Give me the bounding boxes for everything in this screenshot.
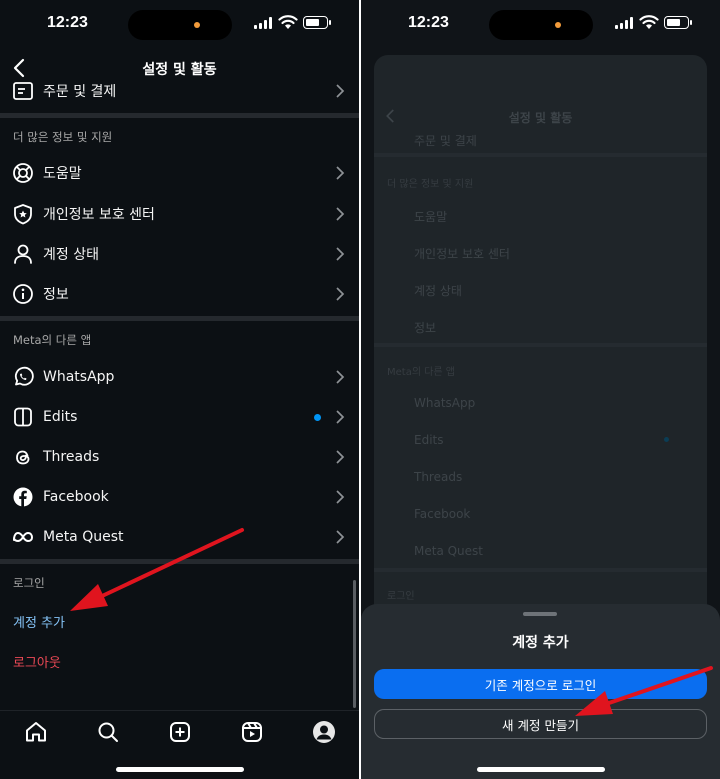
new-badge-dot (664, 437, 669, 442)
shield-star-icon (14, 204, 32, 225)
sheet-drag-handle[interactable] (523, 612, 557, 616)
wifi-icon (639, 15, 659, 29)
section-title-more-info: 더 많은 정보 및 지원 (13, 130, 113, 144)
menu-item-label: Threads (43, 449, 100, 465)
section-title-meta-apps: Meta의 다른 앱 (13, 333, 92, 347)
create-icon[interactable] (168, 720, 192, 744)
settings-screen: 12:23 설정 및 활동 주문 및 결제 더 많은 정보 및 지원 도움말 개… (0, 0, 359, 779)
menu-item-edits[interactable]: Edits (0, 397, 359, 437)
battery-icon (664, 16, 692, 29)
menu-item-label: 계정 상태 (43, 247, 99, 263)
bottom-navigation (0, 710, 359, 779)
cellular-signal-icon (254, 17, 274, 29)
status-time: 12:23 (47, 14, 88, 31)
edits-icon (14, 407, 32, 427)
menu-item-account-status[interactable]: 계정 상태 (0, 234, 359, 274)
menu-item-label: Meta Quest (43, 529, 124, 545)
dynamic-island (128, 10, 232, 40)
section-divider (374, 568, 707, 572)
menu-item-whatsapp[interactable]: WhatsApp (0, 357, 359, 397)
menu-item-orders[interactable]: 주문 및 결제 (0, 71, 359, 111)
menu-item-label: Edits (414, 433, 444, 447)
menu-item-about[interactable]: 정보 (0, 274, 359, 314)
menu-item-label: 주문 및 결제 (414, 134, 477, 148)
info-icon (13, 284, 33, 304)
section-title-meta-apps: Meta의 다른 앱 (387, 367, 455, 378)
menu-item-label: 주문 및 결제 (43, 84, 117, 100)
home-indicator (116, 767, 244, 772)
wifi-icon (278, 15, 298, 29)
status-bar: 12:23 (0, 0, 359, 48)
section-divider (0, 113, 359, 118)
add-account-link[interactable]: 계정 추가 (13, 612, 65, 631)
section-divider (374, 343, 707, 347)
menu-item-label: 개인정보 보호 센터 (43, 207, 155, 223)
page-title: 설정 및 활동 (508, 111, 573, 125)
section-title-more-info: 더 많은 정보 및 지원 (387, 179, 474, 190)
dynamic-island (489, 10, 593, 40)
profile-icon[interactable] (312, 720, 336, 744)
facebook-icon (13, 487, 33, 507)
section-divider (0, 559, 359, 564)
battery-icon (303, 16, 331, 29)
menu-item-meta-quest[interactable]: Meta Quest (0, 517, 359, 557)
reels-icon[interactable] (240, 720, 264, 744)
chevron-right-icon (336, 450, 345, 464)
section-divider (0, 316, 359, 321)
menu-item-label: 계정 상태 (414, 284, 462, 298)
receipt-icon (13, 82, 33, 100)
login-existing-account-button[interactable]: 기존 계정으로 로그인 (374, 669, 707, 699)
section-title-login: 로그인 (13, 576, 45, 590)
home-icon[interactable] (24, 720, 48, 744)
meta-quest-icon (13, 531, 34, 543)
menu-item-help[interactable]: 도움말 (0, 153, 359, 193)
search-icon[interactable] (96, 720, 120, 744)
menu-item-label: Facebook (414, 507, 471, 521)
threads-icon (16, 450, 30, 465)
menu-item-label: Edits (43, 409, 78, 425)
home-indicator (477, 767, 605, 772)
chevron-right-icon (336, 370, 345, 384)
menu-item-label: 정보 (43, 287, 69, 303)
status-time: 12:23 (408, 14, 449, 31)
sheet-title: 계정 추가 (512, 635, 569, 651)
scrollbar[interactable] (353, 580, 356, 708)
chevron-right-icon (336, 166, 345, 180)
menu-item-threads[interactable]: Threads (0, 437, 359, 477)
chevron-right-icon (336, 247, 345, 261)
chevron-right-icon (336, 530, 345, 544)
chevron-right-icon (336, 207, 345, 221)
section-title-login: 로그인 (387, 591, 415, 602)
person-icon (14, 244, 32, 264)
chevron-right-icon (336, 287, 345, 301)
section-divider (374, 153, 707, 157)
menu-item-label: 정보 (414, 321, 437, 335)
logout-link[interactable]: 로그아웃 (13, 652, 61, 671)
menu-item-facebook[interactable]: Facebook (0, 477, 359, 517)
menu-item-label: WhatsApp (43, 369, 115, 385)
whatsapp-icon (14, 366, 34, 386)
create-new-account-button[interactable]: 새 계정 만들기 (374, 709, 707, 739)
status-bar: 12:23 (361, 0, 720, 48)
menu-item-label: 개인정보 보호 센터 (414, 247, 510, 261)
add-account-sheet-screen: 12:23 설정 및 활동 주문 및 결제 더 많은 정보 및 지원 도움말 개… (361, 0, 720, 779)
menu-item-label: Threads (414, 470, 463, 484)
dimmed-settings-card: 설정 및 활동 주문 및 결제 더 많은 정보 및 지원 도움말 개인정보 보호… (374, 55, 707, 655)
menu-item-label: Meta Quest (414, 544, 483, 558)
lifebuoy-icon (13, 163, 33, 183)
menu-item-label: 도움말 (43, 166, 82, 182)
cellular-signal-icon (615, 17, 635, 29)
chevron-right-icon (336, 84, 345, 98)
menu-item-privacy-center[interactable]: 개인정보 보호 센터 (0, 194, 359, 234)
menu-item-label: Facebook (43, 489, 109, 505)
new-badge-dot (314, 414, 321, 421)
chevron-right-icon (336, 490, 345, 504)
chevron-right-icon (336, 410, 345, 424)
menu-item-label: WhatsApp (414, 396, 476, 410)
add-account-bottom-sheet: 계정 추가 기존 계정으로 로그인 새 계정 만들기 (361, 604, 720, 779)
menu-item-label: 도움말 (414, 210, 448, 224)
